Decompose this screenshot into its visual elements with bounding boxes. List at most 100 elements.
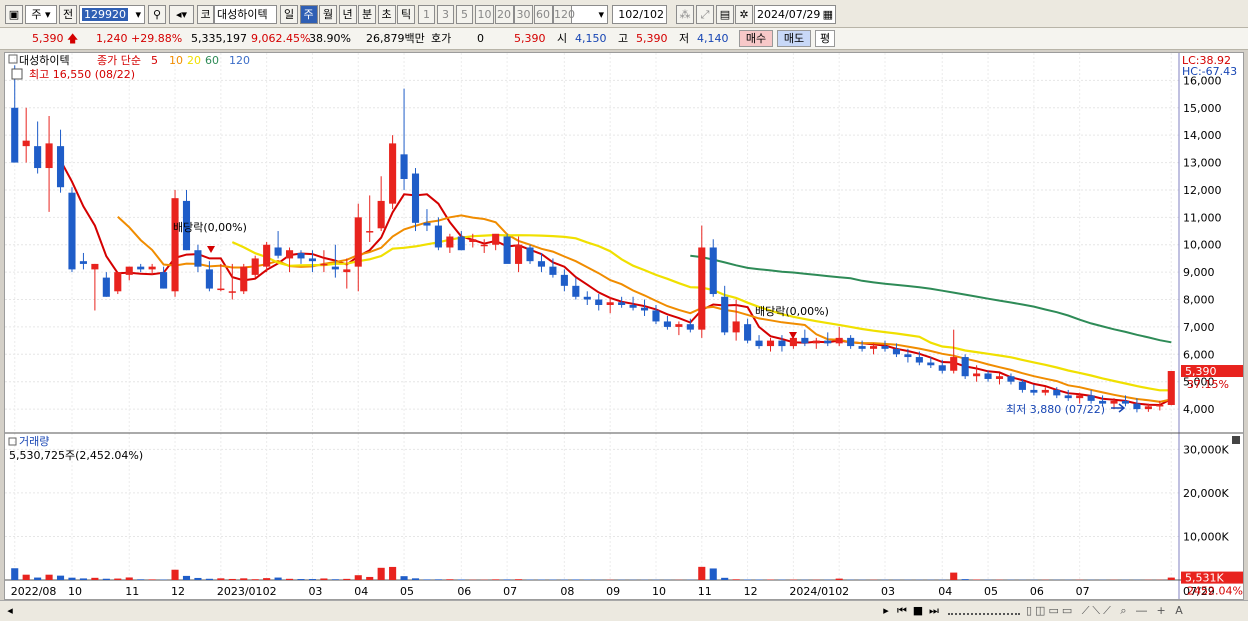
candle-body	[984, 373, 992, 379]
x-tick-label: 03	[308, 585, 322, 598]
interval-button[interactable]: 10	[475, 5, 494, 24]
chart-area[interactable]: 4,000 5,000 6,000 7,000 8,000 9,000 10,000 11,0…	[4, 52, 1244, 600]
last-price-label: 5,390	[1185, 365, 1217, 378]
volume-bar	[285, 578, 294, 580]
count-field[interactable]: 102/102	[612, 5, 667, 24]
dividend-note: 배당락(0,00%)	[173, 221, 247, 234]
candle-body	[1156, 404, 1164, 407]
ko-button[interactable]: 코	[197, 5, 214, 24]
candle-body	[537, 261, 546, 267]
stock-code-input[interactable]: 129920 ▾	[79, 5, 145, 24]
drawing-tools[interactable]: ▯◫▭▭ ⟋⟍⟋ ⌕ ― + A	[1026, 603, 1226, 619]
candle-body	[446, 236, 454, 248]
count-dropdown[interactable]: ▾	[570, 5, 608, 24]
volume-bar	[961, 579, 969, 580]
period-tab[interactable]: 년	[338, 5, 357, 24]
x-tick-label: 07	[503, 585, 517, 598]
stop-icon[interactable]: ■	[911, 603, 925, 619]
candle-body	[423, 222, 431, 226]
dividend-note: 배당락(0,00%)	[755, 305, 829, 318]
period-tab[interactable]: 일	[280, 5, 298, 24]
forward-icon[interactable]: ⏭	[927, 603, 941, 619]
chevron-down-icon[interactable]: ▾	[135, 6, 141, 23]
gear-icon[interactable]: ✲	[735, 5, 753, 24]
scroll-left-icon[interactable]: ◂	[4, 603, 16, 619]
candle-body	[45, 143, 53, 169]
date-field[interactable]: 2024/07/29 ▦	[754, 5, 836, 24]
search-icon[interactable]: ⚲	[148, 5, 166, 24]
interval-button[interactable]: 120	[553, 5, 575, 24]
interval-button[interactable]: 30	[514, 5, 533, 24]
link-icon[interactable]: ⁂	[676, 5, 694, 24]
volume-bar	[114, 578, 122, 580]
x-tick-label: 07	[1076, 585, 1090, 598]
tool-icon[interactable]: ⤢	[696, 5, 714, 24]
toolbar: ▣ 주 ▾ 전 129920 ▾ ⚲ ◂▾ 코 대성하이텍 ▾ 102/102 ⁂…	[0, 0, 1248, 28]
open-label: 시	[557, 32, 568, 45]
candle-body	[400, 154, 408, 179]
rewind-icon[interactable]: ⏮	[895, 603, 909, 619]
price-chart[interactable]: 4,0005,0006,0007,0008,0009,00010,00011,0…	[5, 53, 1243, 599]
volume-bar	[366, 576, 374, 580]
window-icon[interactable]: ▣	[5, 5, 23, 24]
high-price: 5,390	[636, 32, 668, 45]
volume-bar	[297, 579, 305, 580]
volume-bar	[11, 568, 19, 580]
price-tick-label: 14,000	[1183, 129, 1222, 142]
calendar-icon[interactable]: ▦	[823, 6, 833, 23]
volume-bar	[709, 568, 717, 580]
pyeong-button[interactable]: 평	[815, 30, 835, 47]
chevron-down-icon[interactable]: ▾	[598, 6, 604, 23]
x-tick-label: 08	[560, 585, 574, 598]
candle-body	[812, 340, 820, 344]
interval-button[interactable]: 5	[456, 5, 473, 24]
interval-button[interactable]: 3	[437, 5, 454, 24]
speaker-icon[interactable]: ◂▾	[169, 5, 194, 24]
candle-body	[228, 291, 236, 293]
candle-body	[171, 198, 179, 292]
jeon-button[interactable]: 전	[59, 5, 77, 24]
candle-body	[343, 269, 351, 273]
scroll-right-icon[interactable]: ▸	[880, 603, 892, 619]
save-icon[interactable]: ▤	[716, 5, 734, 24]
sell-button[interactable]: 매도	[777, 30, 811, 47]
interval-button[interactable]: 1	[418, 5, 435, 24]
volume-bar	[102, 578, 110, 580]
x-tick-label: 10	[68, 585, 82, 598]
zoom-slider[interactable]	[948, 603, 1020, 615]
volume-tick-label: 10,000K	[1183, 530, 1229, 543]
candle-body	[847, 337, 855, 347]
period-tab[interactable]: 초	[377, 5, 396, 24]
candle-body	[1041, 389, 1049, 393]
candle-body	[366, 231, 374, 233]
hc-label: HC:-67.43	[1182, 65, 1237, 78]
volume-bar	[835, 578, 843, 580]
market-select[interactable]: 주 ▾	[25, 5, 57, 24]
buy-button[interactable]: 매수	[739, 30, 773, 47]
candle-body	[904, 354, 912, 358]
volume-bar	[263, 578, 271, 580]
candle-body	[744, 324, 752, 341]
market-label: 주	[31, 8, 42, 21]
candle-body	[263, 244, 271, 267]
volume-bar	[492, 579, 500, 580]
period-tab[interactable]: 주	[299, 5, 318, 24]
candle-body	[217, 288, 225, 291]
calculator-icon	[11, 68, 23, 80]
candle-body	[194, 250, 202, 267]
period-tab[interactable]: 분	[358, 5, 376, 24]
x-tick-label: 11	[698, 585, 712, 598]
turnover: 38.90%	[309, 32, 351, 45]
volume-bar	[434, 579, 442, 580]
volume-bar	[22, 574, 30, 580]
candle-body	[377, 200, 385, 229]
high-label: 고	[618, 32, 629, 45]
candle-body	[675, 324, 683, 327]
interval-button[interactable]: 60	[533, 5, 553, 24]
interval-button[interactable]: 20	[494, 5, 514, 24]
x-tick-label: 11	[125, 585, 139, 598]
change: 1,240	[96, 32, 128, 45]
x-tick-label: 04	[354, 585, 368, 598]
period-tab[interactable]: 월	[319, 5, 337, 24]
period-tab[interactable]: 틱	[397, 5, 415, 24]
